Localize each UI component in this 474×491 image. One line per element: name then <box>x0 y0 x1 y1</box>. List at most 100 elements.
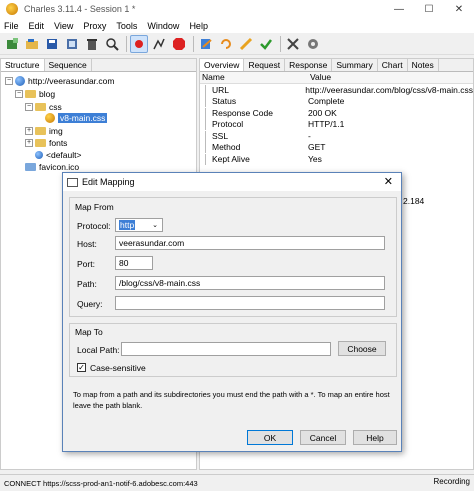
expand-toggle-icon[interactable]: + <box>25 138 33 147</box>
menu-view[interactable]: View <box>54 21 73 31</box>
breakpoints-icon[interactable] <box>170 35 188 53</box>
tree-node-blog[interactable]: − blog <box>15 88 55 99</box>
row-key: Protocol <box>200 119 308 131</box>
protocol-select[interactable]: http ⌄ <box>115 218 163 232</box>
dialog-close-icon[interactable]: ✕ <box>384 175 393 188</box>
overview-row[interactable]: Response Code 200 OK <box>200 107 473 119</box>
toolbar-separator <box>193 35 194 52</box>
window-title: Charles 3.11.4 - Session 1 * <box>24 4 136 14</box>
overview-row[interactable]: Method GET <box>200 142 473 154</box>
menu-window[interactable]: Window <box>147 21 179 31</box>
dialog-title: Edit Mapping <box>82 177 135 187</box>
path-input[interactable]: /blog/css/v8-main.css <box>115 276 385 290</box>
local-path-input[interactable] <box>121 342 331 356</box>
tree-node-img[interactable]: + img <box>25 125 63 136</box>
overview-row[interactable]: URL http://veerasundar.com/blog/css/v8-ma… <box>200 84 473 96</box>
document-icon <box>35 150 43 159</box>
choose-button[interactable]: Choose <box>338 341 386 356</box>
help-button[interactable]: Help <box>353 430 397 445</box>
port-input[interactable]: 80 <box>115 256 153 270</box>
tab-overview[interactable]: Overview <box>200 59 245 71</box>
minimize-button[interactable]: — <box>384 0 414 18</box>
collapse-toggle-icon[interactable]: − <box>15 89 23 98</box>
cancel-button[interactable]: Cancel <box>300 430 346 445</box>
column-value-header[interactable]: Value <box>308 72 331 83</box>
validate-icon[interactable] <box>257 35 275 53</box>
settings-gear-icon[interactable] <box>304 35 322 53</box>
repeat-icon[interactable] <box>217 35 235 53</box>
tab-notes[interactable]: Notes <box>408 59 439 71</box>
tree-node-css[interactable]: − css <box>25 101 62 112</box>
query-input[interactable] <box>115 296 385 310</box>
compose-icon[interactable] <box>197 35 215 53</box>
tree-node-fonts[interactable]: + fonts <box>25 137 67 148</box>
overview-table: URL http://veerasundar.com/blog/css/v8-ma… <box>200 84 473 165</box>
menu-proxy[interactable]: Proxy <box>83 21 106 31</box>
image-file-icon <box>25 162 36 171</box>
tab-summary[interactable]: Summary <box>332 59 378 71</box>
tree-label-default: <default> <box>46 149 82 160</box>
tab-chart[interactable]: Chart <box>378 59 408 71</box>
overview-row[interactable]: Kept Alive Yes <box>200 153 473 165</box>
maximize-button[interactable]: ☐ <box>414 0 444 18</box>
column-name-header[interactable]: Name <box>200 72 308 83</box>
row-value: GET <box>308 142 326 153</box>
tree-node-favicon[interactable]: favicon.ico <box>25 161 79 172</box>
folder-icon <box>35 138 46 147</box>
row-value: HTTP/1.1 <box>308 119 345 130</box>
clear-session-icon[interactable] <box>63 35 81 53</box>
dialog-title-bar: Edit Mapping ✕ <box>63 173 401 191</box>
case-sensitive-label: Case-sensitive <box>90 363 146 373</box>
save-session-icon[interactable] <box>43 35 61 53</box>
row-key: Kept Alive <box>200 153 308 165</box>
tree-label-img: img <box>49 125 63 136</box>
menu-help[interactable]: Help <box>189 21 208 31</box>
map-to-label: Map To <box>75 327 103 337</box>
collapse-toggle-icon[interactable]: − <box>25 102 33 111</box>
find-icon[interactable] <box>103 35 121 53</box>
status-text: CONNECT https://scss-prod-an1-notif-6.ad… <box>4 478 198 488</box>
tree-node-v8-main-css[interactable]: v8-main.css <box>45 112 108 123</box>
tab-response[interactable]: Response <box>285 59 333 71</box>
menu-file[interactable]: File <box>4 21 19 31</box>
overview-row[interactable]: SSL - <box>200 130 473 142</box>
title-bar: Charles 3.11.4 - Session 1 * — ☐ ✕ <box>0 0 474 18</box>
tree-node-host[interactable]: − http://veerasundar.com <box>5 75 114 86</box>
tab-request[interactable]: Request <box>244 59 286 71</box>
close-window-button[interactable]: ✕ <box>444 0 474 18</box>
recording-indicator[interactable]: Recording <box>434 477 470 486</box>
overview-row[interactable]: Status Complete <box>200 96 473 108</box>
menu-edit[interactable]: Edit <box>29 21 45 31</box>
edit-icon[interactable] <box>237 35 255 53</box>
tab-structure[interactable]: Structure <box>1 59 45 71</box>
tab-sequence[interactable]: Sequence <box>45 59 92 71</box>
row-value: Complete <box>308 96 345 107</box>
menu-tools[interactable]: Tools <box>116 21 137 31</box>
folder-icon <box>25 89 36 98</box>
toolbar-separator <box>126 35 127 52</box>
tree-node-default[interactable]: <default> <box>35 149 81 160</box>
row-value: - <box>308 130 311 141</box>
host-input[interactable]: veerasundar.com <box>115 236 385 250</box>
open-session-icon[interactable] <box>23 35 41 53</box>
row-key: Response Code <box>200 107 308 119</box>
overview-row[interactable]: Protocol HTTP/1.1 <box>200 119 473 131</box>
collapse-toggle-icon[interactable]: − <box>5 76 13 85</box>
throttle-icon[interactable] <box>150 35 168 53</box>
charles-app-icon <box>6 3 18 15</box>
menu-bar: File Edit View Proxy Tools Window Help <box>0 18 474 33</box>
trash-icon[interactable] <box>83 35 101 53</box>
chevron-down-icon: ⌄ <box>152 222 158 229</box>
query-label: Query: <box>77 299 103 309</box>
row-value: Yes <box>308 153 322 164</box>
row-key: URL <box>200 84 305 96</box>
case-sensitive-checkbox[interactable]: ✓ <box>77 363 86 372</box>
tools-icon[interactable] <box>284 35 302 53</box>
ok-button[interactable]: OK <box>247 430 293 445</box>
record-icon[interactable] <box>130 34 148 53</box>
expand-toggle-icon[interactable]: + <box>25 126 33 135</box>
partial-remote-address: 2.184 <box>403 196 425 206</box>
row-key: SSL <box>200 130 308 142</box>
row-key: Method <box>200 142 308 154</box>
new-session-icon[interactable] <box>3 35 21 53</box>
